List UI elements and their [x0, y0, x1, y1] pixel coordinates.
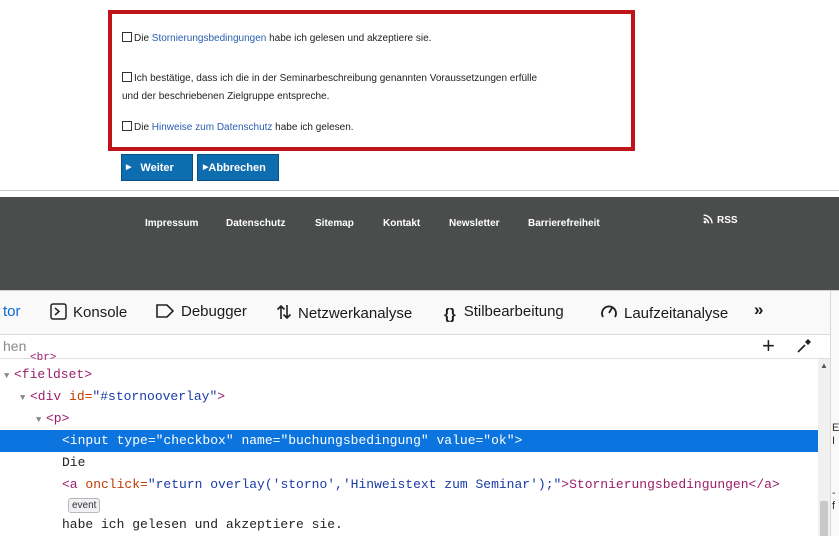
expand-triangle-icon[interactable]: ▼ — [36, 409, 46, 431]
sidebar-panel-edge: E I - f — [830, 291, 839, 536]
tab-console[interactable]: Konsole — [50, 303, 127, 321]
chevron-double-right-icon: » — [754, 300, 764, 319]
footer-link-sitemap[interactable]: Sitemap — [315, 218, 354, 229]
devtools-panel: tor Konsole Debugger Netzwerkanalyse {} … — [0, 290, 839, 536]
div-close: > — [217, 389, 226, 404]
next-button-label: Weiter — [140, 162, 174, 174]
tab-network-label: Netzwerkanalyse — [298, 305, 413, 322]
scrollbar-thumb[interactable] — [820, 501, 828, 536]
anchor-attr: onclick= — [85, 477, 148, 492]
side-letter: - — [832, 487, 836, 499]
network-arrows-icon — [276, 304, 292, 320]
tab-inspector-label: tor — [3, 303, 21, 320]
anchor-open: <a — [62, 477, 86, 492]
prerequisites-text-line1: Ich bestätige, dass ich die in der Semin… — [134, 73, 538, 84]
expand-triangle-icon[interactable]: ▼ — [4, 365, 14, 387]
gauge-icon — [601, 305, 617, 318]
input-attr-value: value= — [428, 433, 484, 448]
debugger-icon — [156, 304, 175, 318]
footer-link-impressum[interactable]: Impressum — [145, 218, 198, 229]
div-open: <div — [30, 389, 70, 404]
prerequisites-text-line2-row: und der beschriebenen Zielgruppe entspre… — [122, 89, 329, 105]
cancel-button[interactable]: ▶Abbrechen — [197, 154, 279, 181]
tab-network[interactable]: Netzwerkanalyse — [276, 303, 412, 322]
code-line-text-die[interactable]: Die — [0, 452, 818, 474]
more-tabs-button[interactable]: » — [754, 300, 763, 320]
markup-scrollbar[interactable]: ▲ — [818, 359, 830, 536]
code-line-text-suffix[interactable]: habe ich gelesen und akzeptiere sie. — [0, 514, 818, 536]
terms-checkbox[interactable] — [122, 32, 132, 42]
site-footer: Impressum Datenschutz Sitemap Kontakt Ne… — [0, 197, 839, 290]
anchor-val: "return overlay('storno','Hinweistext zu… — [147, 477, 562, 492]
div-attr: id= — [69, 389, 93, 404]
input-val-type: "checkbox" — [155, 433, 234, 448]
footer-link-barrierefreiheit[interactable]: Barrierefreiheit — [528, 218, 600, 229]
tab-performance-label: Laufzeitanalyse — [624, 305, 729, 322]
code-line-div[interactable]: ▼ <div id="#stornooverlay"> — [0, 386, 818, 408]
console-icon — [50, 303, 67, 320]
terms-highlight-box: Die Stornierungsbedingungen habe ich gel… — [108, 10, 635, 151]
input-val-value: "ok" — [483, 433, 515, 448]
tab-style-editor[interactable]: {} Stilbearbeitung — [444, 303, 564, 323]
input-close: > — [514, 433, 523, 448]
markup-view: <br> ▼ <fieldset> ▼ <div id="#stornooverla… — [0, 352, 818, 536]
tab-performance[interactable]: Laufzeitanalyse — [600, 303, 728, 322]
rss-icon — [703, 214, 714, 224]
code-line-event: event — [0, 494, 818, 516]
code-line-anchor[interactable]: <a onclick="return overlay('storno','Hin… — [0, 474, 818, 496]
next-button[interactable]: ▶ Weiter — [121, 154, 193, 181]
play-icon: ▶ — [203, 164, 209, 171]
side-letter: E — [832, 422, 839, 434]
terms-prefix: Die — [134, 33, 152, 44]
footer-link-newsletter[interactable]: Newsletter — [449, 218, 500, 229]
tab-debugger-label: Debugger — [181, 303, 247, 320]
privacy-checkbox[interactable] — [122, 121, 132, 131]
input-open: <input — [62, 433, 117, 448]
privacy-notice-link[interactable]: Hinweise zum Datenschutz — [152, 122, 273, 133]
web-page: Die Stornierungsbedingungen habe ich gel… — [0, 0, 839, 290]
prerequisites-text-line2: und der beschriebenen Zielgruppe entspre… — [122, 91, 330, 102]
rss-label: RSS — [717, 215, 738, 226]
p-tag: <p> — [46, 411, 70, 426]
terms-suffix: habe ich gelesen und akzeptiere sie. — [266, 33, 432, 44]
curly-braces-icon: {} — [444, 306, 456, 323]
tab-console-label: Konsole — [73, 304, 128, 321]
privacy-prefix: Die — [134, 122, 152, 133]
side-letter: f — [832, 500, 836, 512]
anchor-content: >Stornierungsbedingungen</a> — [561, 477, 780, 492]
footer-link-datenschutz[interactable]: Datenschutz — [226, 218, 285, 229]
screenshot: Die Stornierungsbedingungen habe ich gel… — [0, 0, 839, 536]
prerequisites-checkbox-row: Ich bestätige, dass ich die in der Semin… — [122, 71, 537, 87]
tab-inspector[interactable]: tor — [3, 303, 21, 320]
cancellation-terms-link[interactable]: Stornierungsbedingungen — [152, 33, 267, 44]
div-val: "#stornooverlay" — [92, 389, 218, 404]
expand-triangle-icon[interactable]: ▼ — [20, 387, 30, 409]
divider — [0, 190, 839, 191]
tab-debugger[interactable]: Debugger — [155, 303, 247, 320]
terms-checkbox-row: Die Stornierungsbedingungen habe ich gel… — [122, 31, 431, 47]
code-line-input-selected[interactable]: <input type="checkbox" name="buchungsbed… — [0, 430, 818, 452]
fieldset-tag: <fieldset> — [14, 367, 93, 382]
tab-style-label: Stilbearbeitung — [463, 303, 564, 320]
privacy-suffix: habe ich gelesen. — [272, 122, 354, 133]
cancel-button-label: Abbrechen — [208, 162, 266, 174]
code-line-p[interactable]: ▼ <p> — [0, 408, 818, 430]
input-val-name: "buchungsbedingung" — [280, 433, 429, 448]
side-letter: I — [832, 435, 836, 447]
code-line-fieldset[interactable]: ▼ <fieldset> — [0, 364, 818, 386]
devtools-tabbar: tor Konsole Debugger Netzwerkanalyse {} … — [0, 291, 839, 335]
play-icon: ▶ — [126, 164, 132, 171]
privacy-checkbox-row: Die Hinweise zum Datenschutz habe ich ge… — [122, 120, 354, 136]
input-attr-name: name= — [233, 433, 281, 448]
search-input[interactable]: hen — [3, 338, 26, 354]
footer-link-kontakt[interactable]: Kontakt — [383, 218, 420, 229]
input-attr-type: type= — [116, 433, 156, 448]
prerequisites-checkbox[interactable] — [122, 72, 132, 82]
event-badge[interactable]: event — [68, 498, 101, 513]
rss-link[interactable]: RSS — [703, 214, 738, 226]
scroll-up-icon[interactable]: ▲ — [820, 361, 828, 370]
